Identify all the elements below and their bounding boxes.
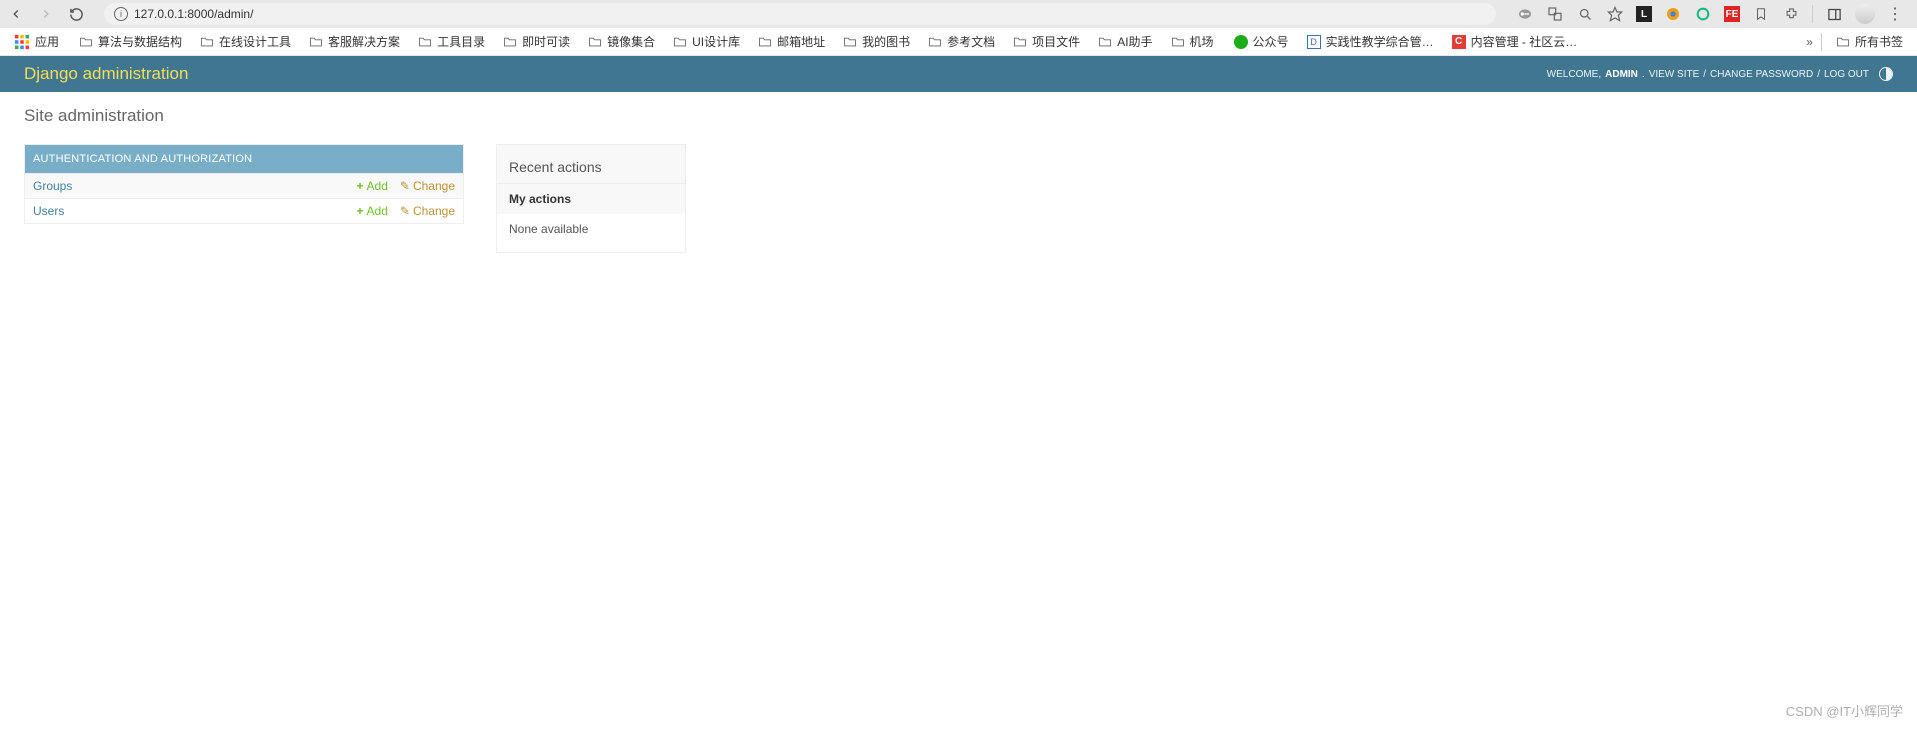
folder-icon — [503, 36, 517, 47]
bookmark-bar: 应用 算法与数据结构在线设计工具客服解决方案工具目录即时可读镜像集合 UI设计库邮… — [0, 28, 1917, 56]
model-link[interactable]: Groups — [33, 179, 345, 193]
user-tools: WELCOME, ADMIN. VIEW SITE / CHANGE PASSW… — [1547, 67, 1893, 81]
bookmark-folder[interactable]: 项目文件 — [1007, 31, 1086, 52]
apps-label: 应用 — [35, 33, 59, 50]
model-row: Groups +Add ✎Change — [25, 173, 463, 198]
django-header: Django administration WELCOME, ADMIN. VI… — [0, 56, 1917, 92]
folder-icon — [200, 36, 214, 47]
model-row: Users +Add ✎Change — [25, 198, 463, 223]
change-link[interactable]: ✎Change — [400, 204, 455, 218]
folder-icon — [1013, 36, 1027, 47]
add-link[interactable]: +Add — [357, 204, 388, 218]
site-info-icon[interactable]: i — [114, 7, 128, 21]
watermark: CSDN @IT小辉同学 — [1786, 701, 1903, 720]
welcome-text: WELCOME, — [1547, 69, 1601, 80]
bookmark-folder[interactable]: 即时可读 — [497, 31, 576, 52]
main-content: AUTHENTICATION AND AUTHORIZATION Groups +… — [0, 126, 1917, 271]
browser-actions: L FE ⋮ — [1516, 4, 1909, 24]
folder-icon — [928, 36, 942, 47]
folder-icon — [79, 36, 93, 47]
folder-icon — [309, 36, 323, 47]
address-bar[interactable]: i 127.0.0.1:8000/admin/ — [104, 3, 1496, 25]
bookmark-folder[interactable]: 我的图书 — [837, 31, 916, 52]
browser-menu-icon[interactable]: ⋮ — [1887, 4, 1903, 24]
folder-icon — [588, 36, 602, 47]
apps-grid-icon — [14, 34, 30, 50]
change-password-link[interactable]: CHANGE PASSWORD — [1710, 69, 1813, 80]
ext-icon-3[interactable] — [1694, 5, 1712, 23]
folder-icon — [1098, 36, 1112, 47]
ext-icon-1[interactable]: L — [1636, 6, 1652, 22]
site-branding[interactable]: Django administration — [24, 64, 188, 84]
ext-icon-4[interactable]: FE — [1724, 6, 1740, 22]
ext-icon-2[interactable] — [1664, 5, 1682, 23]
page-title: Site administration — [24, 106, 1917, 126]
actions-sidebar: Recent actions My actions None available — [496, 144, 686, 253]
pencil-icon: ✎ — [400, 179, 410, 193]
recent-actions-title: Recent actions — [497, 145, 685, 183]
plus-icon: + — [357, 179, 364, 193]
bookmark-folder[interactable]: 镜像集合 — [582, 31, 661, 52]
auth-module: AUTHENTICATION AND AUTHORIZATION Groups +… — [24, 144, 464, 224]
star-icon[interactable] — [1606, 5, 1624, 23]
zoom-icon[interactable] — [1576, 5, 1594, 23]
bookmark-overflow-icon[interactable]: » — [1806, 35, 1813, 49]
back-button[interactable] — [8, 6, 24, 22]
folder-icon — [418, 36, 432, 47]
plus-icon: + — [357, 204, 364, 218]
folder-icon — [1836, 36, 1850, 47]
apps-button[interactable]: 应用 — [8, 31, 65, 52]
bookmark-item[interactable]: C内容管理 - 社区云… — [1446, 31, 1584, 52]
model-link[interactable]: Users — [33, 204, 345, 218]
username: ADMIN — [1605, 69, 1638, 80]
all-bookmarks[interactable]: 所有书签 — [1830, 31, 1909, 52]
bookmark-item[interactable]: 公众号 — [1228, 31, 1295, 52]
bookmark-folder[interactable]: AI助手 — [1092, 31, 1158, 52]
forward-button[interactable] — [38, 6, 54, 22]
view-site-link[interactable]: VIEW SITE — [1649, 69, 1700, 80]
translate-icon[interactable] — [1546, 5, 1564, 23]
url-text: 127.0.0.1:8000/admin/ — [134, 7, 1486, 21]
folder-icon — [758, 36, 772, 47]
bookmark-favicon: C — [1452, 35, 1466, 49]
divider — [1821, 33, 1822, 51]
reload-button[interactable] — [68, 6, 84, 22]
theme-toggle-icon[interactable] — [1879, 67, 1893, 81]
logout-link[interactable]: LOG OUT — [1824, 69, 1869, 80]
bookmark-outline-icon[interactable] — [1752, 5, 1770, 23]
bookmark-folder[interactable]: 参考文档 — [922, 31, 1001, 52]
bookmark-folder[interactable]: 机场 — [1165, 31, 1220, 52]
browser-toolbar: i 127.0.0.1:8000/admin/ L FE ⋮ — [0, 0, 1917, 28]
side-panel-icon[interactable] — [1825, 5, 1843, 23]
divider — [1812, 5, 1813, 23]
bookmark-favicon — [1234, 35, 1248, 49]
key-icon[interactable] — [1516, 5, 1534, 23]
bookmark-item[interactable]: D实践性教学综合管… — [1301, 31, 1440, 52]
bookmark-folder[interactable]: 在线设计工具 — [194, 31, 297, 52]
folder-icon — [673, 36, 687, 47]
extensions-icon[interactable] — [1782, 5, 1800, 23]
add-link[interactable]: +Add — [357, 179, 388, 193]
bookmark-favicon: D — [1307, 35, 1321, 49]
bookmark-folder[interactable]: 客服解决方案 — [303, 31, 406, 52]
folder-icon — [843, 36, 857, 47]
all-bookmarks-label: 所有书签 — [1855, 33, 1903, 50]
change-link[interactable]: ✎Change — [400, 179, 455, 193]
bookmark-folder[interactable]: 算法与数据结构 — [73, 31, 188, 52]
bookmark-folder[interactable]: 邮箱地址 — [752, 31, 831, 52]
none-available-text: None available — [497, 214, 685, 252]
pencil-icon: ✎ — [400, 204, 410, 218]
folder-icon — [1171, 36, 1185, 47]
my-actions-heading: My actions — [497, 183, 685, 214]
bookmark-folder[interactable]: 工具目录 — [412, 31, 491, 52]
profile-avatar[interactable] — [1855, 4, 1875, 24]
bookmark-folder[interactable]: UI设计库 — [667, 31, 746, 52]
module-caption[interactable]: AUTHENTICATION AND AUTHORIZATION — [25, 145, 463, 173]
